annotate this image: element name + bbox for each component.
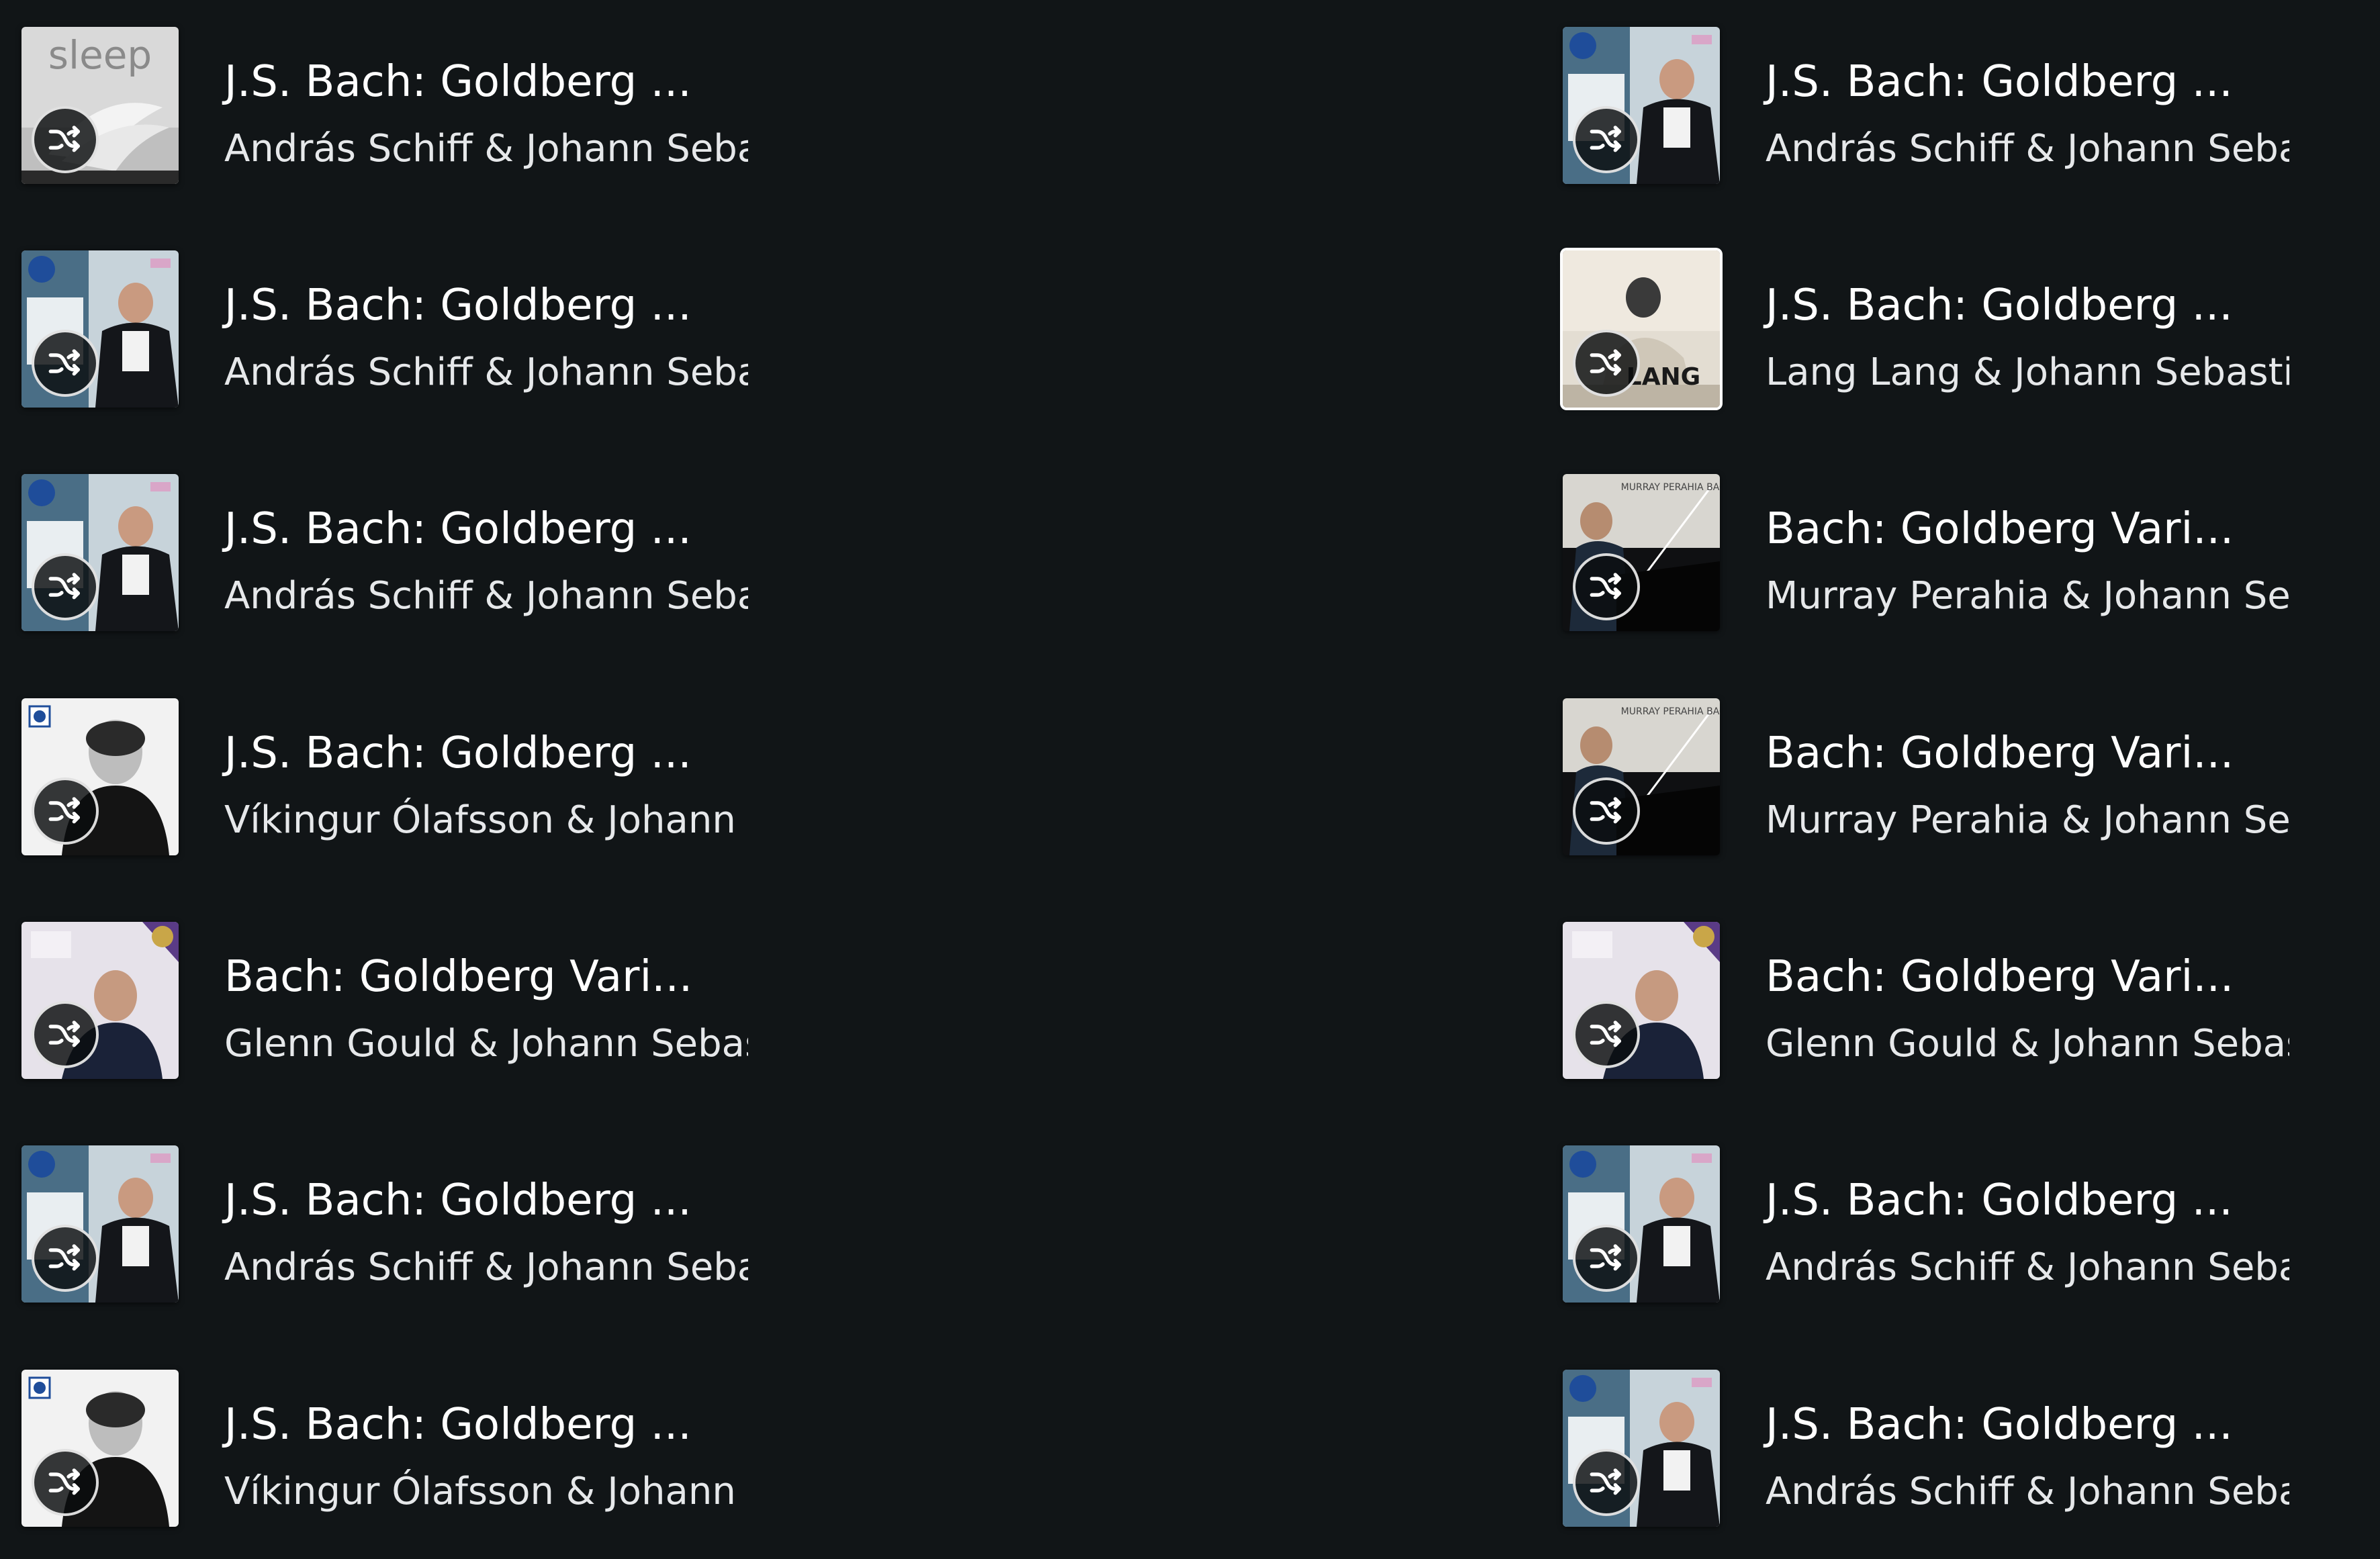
shuffle-play-button[interactable] xyxy=(1573,1225,1640,1292)
shuffle-icon xyxy=(48,573,80,600)
album-card[interactable]: Bach: Goldberg Vari... Glenn Gould & Joh… xyxy=(21,922,814,1083)
album-cover[interactable]: MURRAY PERAHIA BACH xyxy=(1563,698,1720,855)
album-cover[interactable]: MURRAY PERAHIA BACH xyxy=(1563,474,1720,631)
album-title[interactable]: Bach: Goldberg Vari... xyxy=(224,950,735,1004)
album-card[interactable]: sleep J.S. Bach: Goldberg ... András Sch… xyxy=(21,27,814,188)
album-card[interactable]: J.S. Bach: Goldberg ... András Schiff & … xyxy=(1563,27,2355,188)
album-cover[interactable] xyxy=(21,250,179,408)
album-title[interactable]: Bach: Goldberg Vari... xyxy=(1766,950,2276,1004)
album-card[interactable]: J.S. Bach: Goldberg ... András Schiff & … xyxy=(1563,1370,2355,1531)
shuffle-play-button[interactable] xyxy=(32,106,99,173)
album-artist[interactable]: Murray Perahia & Johann Sebastian Bach xyxy=(1766,796,2289,845)
shuffle-play-button[interactable] xyxy=(1573,553,1640,620)
shuffle-play-button[interactable] xyxy=(32,1449,99,1516)
album-artist[interactable]: András Schiff & Johann Sebastian Bach xyxy=(1766,125,2289,173)
shuffle-icon xyxy=(1590,797,1621,824)
shuffle-icon xyxy=(1590,349,1621,376)
album-cover[interactable] xyxy=(1563,1370,1720,1527)
album-cover[interactable] xyxy=(1563,922,1720,1079)
album-cover[interactable] xyxy=(21,1370,179,1527)
album-card[interactable]: J.S. Bach: Goldberg ... András Schiff & … xyxy=(21,1145,814,1307)
album-card[interactable]: Bach: Goldberg Vari... Glenn Gould & Joh… xyxy=(1563,922,2355,1083)
shuffle-play-button[interactable] xyxy=(32,330,99,397)
album-cover[interactable] xyxy=(21,474,179,631)
album-cover[interactable]: sleep xyxy=(21,27,179,184)
album-cover[interactable] xyxy=(1563,27,1720,184)
shuffle-play-button[interactable] xyxy=(32,777,99,845)
album-cover[interactable] xyxy=(21,922,179,1079)
shuffle-play-button[interactable] xyxy=(1573,106,1640,173)
album-card[interactable]: MURRAY PERAHIA BACH Bach: Goldberg Vari.… xyxy=(1563,474,2355,635)
album-title[interactable]: J.S. Bach: Goldberg ... xyxy=(224,1398,735,1452)
album-grid: sleep J.S. Bach: Goldberg ... András Sch… xyxy=(0,0,2380,1559)
album-title[interactable]: J.S. Bach: Goldberg ... xyxy=(224,1174,735,1227)
album-artist[interactable]: András Schiff & Johann Sebastian Bach xyxy=(224,348,748,397)
shuffle-play-button[interactable] xyxy=(1573,1449,1640,1516)
album-card[interactable]: J.S. Bach: Goldberg ... András Schiff & … xyxy=(1563,1145,2355,1307)
album-artist[interactable]: Murray Perahia & Johann Sebastian Bach xyxy=(1766,572,2289,620)
album-title[interactable]: J.S. Bach: Goldberg ... xyxy=(1766,1398,2276,1452)
album-artist[interactable]: András Schiff & Johann Sebastian Bach xyxy=(1766,1468,2289,1516)
album-artist[interactable]: András Schiff & Johann Sebastian Bach xyxy=(224,125,748,173)
album-artist[interactable]: Víkingur Ólafsson & Johann Sebastian Bac… xyxy=(224,1468,748,1516)
shuffle-icon xyxy=(48,797,80,824)
album-card[interactable]: J.S. Bach: Goldberg ... Víkingur Ólafsso… xyxy=(21,1370,814,1531)
album-cover[interactable] xyxy=(1563,1145,1720,1303)
album-card[interactable]: J.S. Bach: Goldberg ... András Schiff & … xyxy=(21,474,814,635)
album-card[interactable]: J.S. Bach: Goldberg ... András Schiff & … xyxy=(21,250,814,412)
shuffle-play-button[interactable] xyxy=(1573,1001,1640,1068)
album-title[interactable]: Bach: Goldberg Vari... xyxy=(1766,502,2276,556)
album-artist[interactable]: András Schiff & Johann Sebastian Bach xyxy=(224,1243,748,1292)
shuffle-icon xyxy=(48,1468,80,1495)
album-artist[interactable]: Glenn Gould & Johann Sebastian Bach xyxy=(1766,1020,2289,1068)
shuffle-icon xyxy=(48,349,80,376)
album-title[interactable]: J.S. Bach: Goldberg ... xyxy=(1766,1174,2276,1227)
album-title[interactable]: Bach: Goldberg Vari... xyxy=(1766,726,2276,780)
shuffle-icon xyxy=(48,1244,80,1271)
album-cover[interactable] xyxy=(21,1145,179,1303)
shuffle-play-button[interactable] xyxy=(32,553,99,620)
svg-text:sleep: sleep xyxy=(48,32,152,78)
album-title[interactable]: J.S. Bach: Goldberg ... xyxy=(1766,55,2276,109)
album-artist[interactable]: András Schiff & Johann Sebastian Bach xyxy=(224,572,748,620)
shuffle-icon xyxy=(1590,1021,1621,1047)
album-title[interactable]: J.S. Bach: Goldberg ... xyxy=(224,502,735,556)
shuffle-icon xyxy=(1590,1468,1621,1495)
album-card[interactable]: LANG J.S. Bach: Goldberg ... Lang Lang &… xyxy=(1563,250,2355,412)
album-card[interactable]: J.S. Bach: Goldberg ... Víkingur Ólafsso… xyxy=(21,698,814,859)
album-cover[interactable]: LANG xyxy=(1563,250,1720,408)
album-artist[interactable]: Víkingur Ólafsson & Johann Sebastian Bac… xyxy=(224,796,748,845)
album-artist[interactable]: Glenn Gould & Johann Sebastian Bach xyxy=(224,1020,748,1068)
album-title[interactable]: J.S. Bach: Goldberg ... xyxy=(224,55,735,109)
album-artist[interactable]: Lang Lang & Johann Sebastian Bach xyxy=(1766,348,2289,397)
shuffle-play-button[interactable] xyxy=(32,1225,99,1292)
svg-text:MURRAY PERAHIA BACH: MURRAY PERAHIA BACH xyxy=(1621,706,1720,717)
shuffle-play-button[interactable] xyxy=(1573,777,1640,845)
shuffle-icon xyxy=(48,126,80,152)
shuffle-icon xyxy=(1590,573,1621,600)
shuffle-icon xyxy=(48,1021,80,1047)
album-title[interactable]: J.S. Bach: Goldberg ... xyxy=(224,279,735,332)
album-cover[interactable] xyxy=(21,698,179,855)
shuffle-play-button[interactable] xyxy=(1573,330,1640,397)
album-card[interactable]: MURRAY PERAHIA BACH Bach: Goldberg Vari.… xyxy=(1563,698,2355,859)
album-artist[interactable]: András Schiff & Johann Sebastian Bach xyxy=(1766,1243,2289,1292)
album-title[interactable]: J.S. Bach: Goldberg ... xyxy=(224,726,735,780)
shuffle-play-button[interactable] xyxy=(32,1001,99,1068)
album-title[interactable]: J.S. Bach: Goldberg ... xyxy=(1766,279,2276,332)
shuffle-icon xyxy=(1590,126,1621,152)
shuffle-icon xyxy=(1590,1244,1621,1271)
svg-text:MURRAY PERAHIA BACH: MURRAY PERAHIA BACH xyxy=(1621,482,1720,493)
